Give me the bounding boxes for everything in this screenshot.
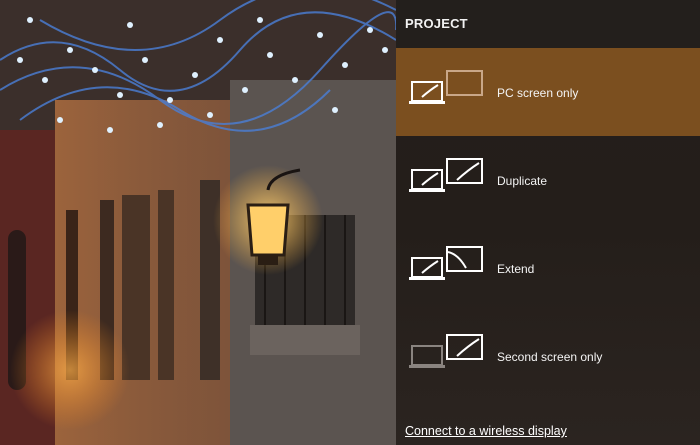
option-label: Extend — [497, 262, 535, 276]
option-second-screen-only[interactable]: Second screen only — [396, 312, 700, 400]
extend-icon — [408, 246, 488, 286]
option-extend[interactable]: Extend — [396, 224, 700, 312]
option-pc-screen-only[interactable]: PC screen only — [396, 48, 700, 136]
pc-screen-only-icon — [408, 70, 488, 110]
option-label: Duplicate — [497, 174, 548, 188]
project-panel: PROJECT PC screen only Duplicate Extend … — [396, 0, 700, 445]
panel-title: PROJECT — [405, 16, 468, 31]
connect-wireless-display-link[interactable]: Connect to a wireless display — [405, 424, 567, 438]
option-label: PC screen only — [497, 86, 579, 100]
second-screen-only-icon — [408, 334, 488, 374]
duplicate-icon — [408, 158, 488, 198]
desktop-background-photo — [0, 0, 396, 445]
option-duplicate[interactable]: Duplicate — [396, 136, 700, 224]
option-label: Second screen only — [497, 350, 603, 364]
